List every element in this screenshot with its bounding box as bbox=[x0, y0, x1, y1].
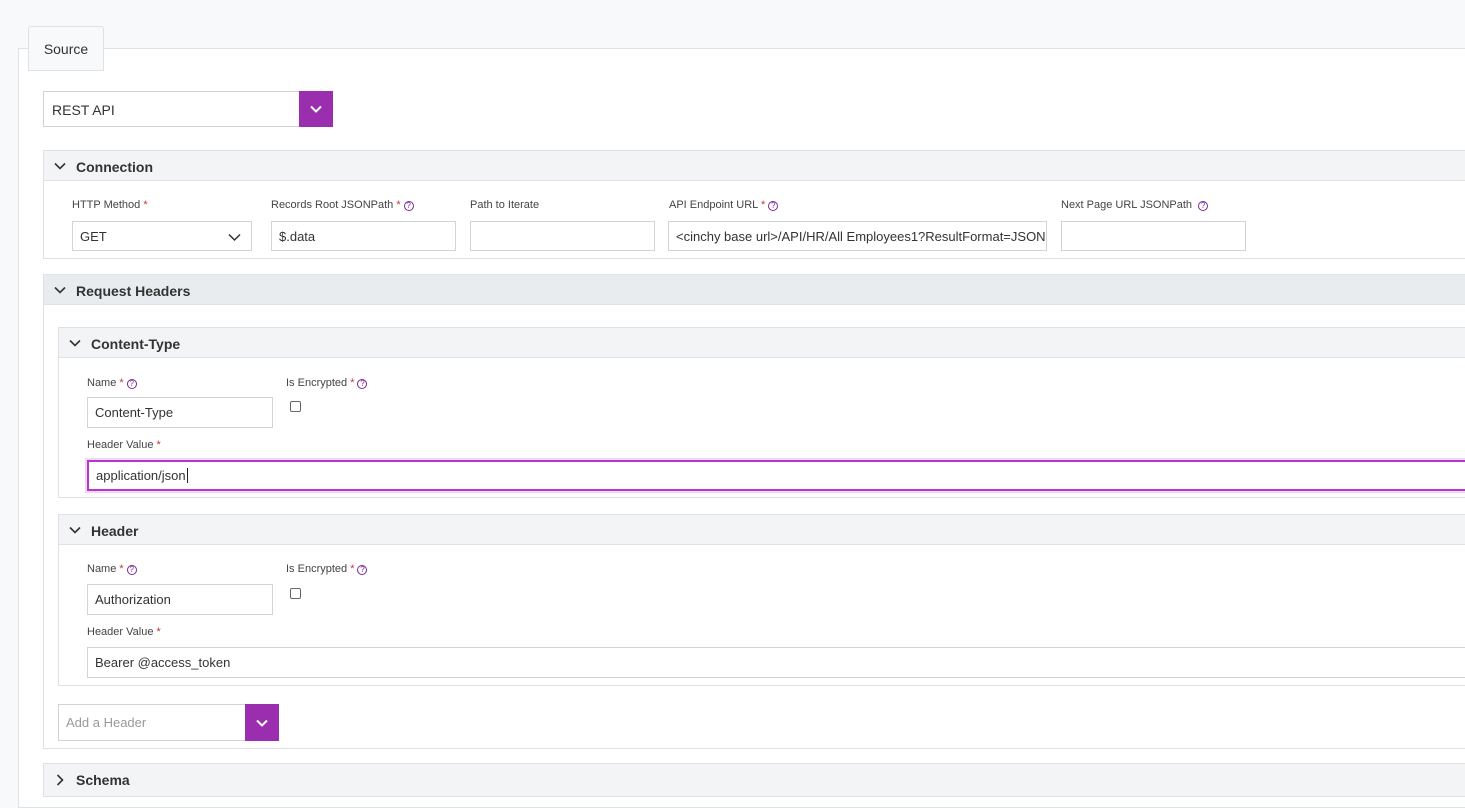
header-value-text: application/json bbox=[96, 468, 186, 483]
api-endpoint-value: <cinchy base url>/API/HR/All Employees1?… bbox=[676, 228, 1047, 244]
connection-section-header[interactable]: Connection bbox=[43, 150, 1465, 181]
chevron-down-icon bbox=[54, 286, 66, 294]
help-icon[interactable]: ? bbox=[126, 379, 137, 389]
help-icon[interactable]: ? bbox=[768, 201, 779, 211]
http-method-label: HTTP Method * bbox=[72, 199, 148, 211]
source-type-dropdown-button[interactable] bbox=[299, 91, 333, 127]
is-encrypted-label: Is Encrypted *? bbox=[286, 563, 368, 575]
chevron-down-icon bbox=[310, 105, 322, 113]
next-page-label: Next Page URL JSONPath ? bbox=[1061, 199, 1209, 211]
chevron-down-icon bbox=[69, 339, 81, 347]
header-value-label: Header Value * bbox=[87, 439, 161, 451]
connection-title: Connection bbox=[76, 159, 153, 175]
http-method-select[interactable]: GET bbox=[72, 221, 252, 251]
help-icon[interactable]: ? bbox=[357, 565, 368, 575]
path-to-iterate-input[interactable] bbox=[470, 221, 655, 251]
chevron-down-icon bbox=[256, 719, 268, 727]
source-type-select[interactable]: REST API bbox=[43, 91, 333, 127]
api-endpoint-input[interactable]: <cinchy base url>/API/HR/All Employees1?… bbox=[668, 221, 1047, 251]
next-page-input[interactable] bbox=[1061, 221, 1246, 251]
header-item-authorization-header[interactable]: Header bbox=[58, 514, 1465, 545]
http-method-value: GET bbox=[80, 228, 107, 244]
header-item-content-type-header[interactable]: Content-Type bbox=[58, 327, 1465, 358]
schema-section-header[interactable]: Schema bbox=[43, 763, 1465, 797]
records-root-value: $.data bbox=[279, 228, 316, 244]
header-item-title: Header bbox=[91, 523, 139, 539]
help-icon[interactable]: ? bbox=[403, 201, 414, 211]
request-headers-title: Request Headers bbox=[76, 283, 191, 299]
header-name-value: Content-Type bbox=[95, 405, 174, 420]
is-encrypted-label: Is Encrypted *? bbox=[286, 377, 368, 389]
header-value-input[interactable]: Bearer @access_token bbox=[87, 647, 1465, 678]
records-root-label: Records Root JSONPath *? bbox=[271, 199, 414, 211]
source-type-value: REST API bbox=[52, 102, 115, 118]
add-header-dropdown-button[interactable] bbox=[245, 704, 279, 741]
api-endpoint-label: API Endpoint URL *? bbox=[669, 199, 779, 211]
schema-title: Schema bbox=[76, 772, 130, 788]
request-headers-section-header[interactable]: Request Headers bbox=[43, 274, 1465, 305]
header-name-input[interactable]: Content-Type bbox=[87, 397, 273, 428]
header-value-input[interactable]: application/json bbox=[87, 460, 1465, 491]
chevron-down-icon bbox=[228, 233, 241, 242]
add-header-placeholder: Add a Header bbox=[66, 715, 147, 730]
tab-source[interactable]: Source bbox=[28, 26, 104, 71]
chevron-down-icon bbox=[54, 162, 66, 170]
text-cursor bbox=[186, 468, 188, 483]
is-encrypted-checkbox[interactable] bbox=[290, 401, 301, 412]
is-encrypted-checkbox[interactable] bbox=[290, 588, 301, 599]
header-name-label: Name *? bbox=[87, 563, 137, 575]
header-item-title: Content-Type bbox=[91, 336, 181, 352]
header-name-input[interactable]: Authorization bbox=[87, 584, 273, 615]
header-value-text: Bearer @access_token bbox=[95, 655, 231, 670]
help-icon[interactable]: ? bbox=[357, 379, 368, 389]
add-header-input[interactable]: Add a Header bbox=[58, 704, 246, 741]
help-icon[interactable]: ? bbox=[126, 565, 137, 575]
chevron-right-icon bbox=[56, 774, 64, 786]
header-name-label: Name *? bbox=[87, 377, 137, 389]
path-to-iterate-label: Path to Iterate bbox=[470, 199, 540, 211]
header-value-label: Header Value * bbox=[87, 626, 161, 638]
chevron-down-icon bbox=[69, 526, 81, 534]
records-root-input[interactable]: $.data bbox=[271, 221, 456, 251]
header-name-value: Authorization bbox=[95, 592, 171, 607]
help-icon[interactable]: ? bbox=[1198, 201, 1209, 211]
